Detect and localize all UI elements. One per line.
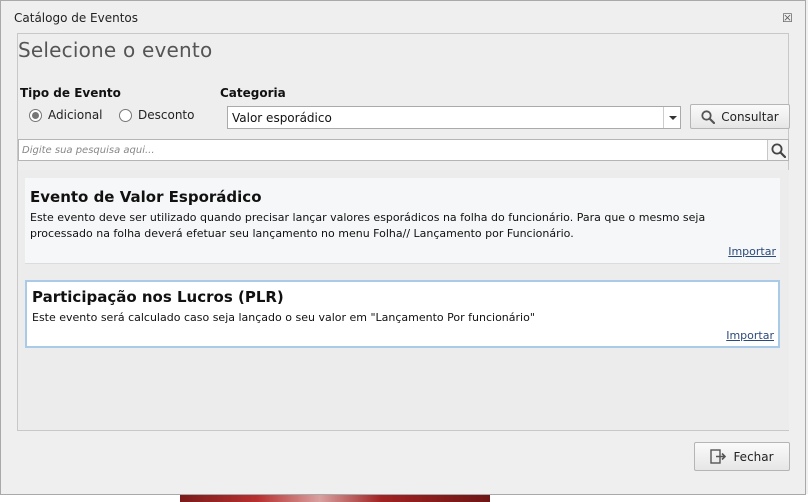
event-list: Evento de Valor Esporádico Este evento d… (18, 170, 789, 430)
radio-adicional-dot[interactable] (29, 108, 42, 122)
close-icon[interactable]: ☒ (782, 12, 793, 24)
search-box (18, 139, 789, 161)
title-bar: Catálogo de Eventos ☒ (1, 1, 805, 33)
page-title: Selecione o evento (18, 38, 213, 62)
event-description: Este evento será calculado caso seja lan… (32, 311, 535, 324)
window-title: Catálogo de Eventos (14, 11, 139, 25)
background-page (0, 494, 808, 502)
radio-adicional-label: Adicional (48, 108, 103, 122)
event-card[interactable]: Evento de Valor Esporádico Este evento d… (25, 178, 780, 264)
event-description: Este evento deve ser utilizado quando pr… (30, 211, 706, 240)
tipo-evento-label: Tipo de Evento (20, 86, 121, 100)
search-input[interactable] (19, 140, 767, 160)
event-title: Participação nos Lucros (PLR) (32, 288, 284, 306)
search-button[interactable] (767, 140, 788, 160)
categoria-select[interactable]: Valor esporádico (227, 106, 681, 129)
event-title: Evento de Valor Esporádico (30, 188, 262, 206)
radio-desconto-dot[interactable] (119, 108, 132, 122)
consultar-label: Consultar (721, 109, 779, 124)
import-link[interactable]: Importar (728, 245, 776, 258)
fechar-button[interactable]: Fechar (694, 442, 790, 471)
categoria-value: Valor esporádico (232, 111, 332, 125)
background-image-strip (180, 494, 490, 502)
exit-icon (710, 449, 727, 464)
radio-desconto[interactable]: Desconto (119, 108, 194, 122)
event-card-selected[interactable]: Participação nos Lucros (PLR) Este event… (25, 280, 780, 348)
categoria-label: Categoria (220, 86, 286, 100)
fechar-label: Fechar (733, 449, 774, 464)
import-link[interactable]: Importar (726, 329, 774, 342)
search-icon (771, 143, 786, 158)
chevron-down-icon[interactable] (663, 107, 680, 128)
radio-desconto-label: Desconto (138, 108, 195, 122)
consultar-button[interactable]: Consultar (690, 104, 790, 129)
search-icon (701, 109, 716, 124)
radio-adicional[interactable]: Adicional (29, 108, 103, 122)
